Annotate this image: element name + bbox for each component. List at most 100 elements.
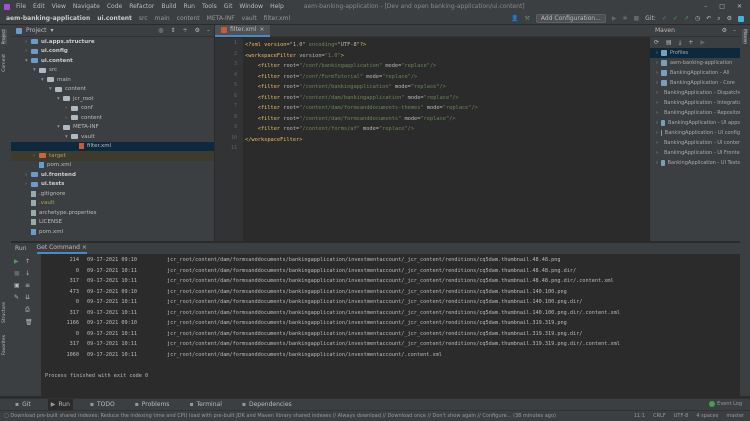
side-tab-project[interactable]: Project [2, 29, 7, 45]
build-hammer-icon[interactable]: ⚒ [525, 15, 530, 22]
run-tab-get-command[interactable]: Get Command × [36, 243, 87, 254]
pin-icon[interactable]: ✎ [14, 294, 25, 301]
line-separator[interactable]: CRLF [653, 413, 666, 419]
breadcrumb-item[interactable]: aem-banking-application [6, 15, 90, 22]
rerun-icon[interactable]: ▶ [14, 258, 25, 265]
collapse-all-icon[interactable]: ÷ [183, 27, 188, 34]
down-icon[interactable]: ↓ [25, 270, 36, 277]
camera-icon[interactable]: ▣ [14, 282, 25, 289]
tool-window-dependencies[interactable]: ▪ Dependencies [239, 399, 295, 411]
tree-item[interactable]: .vault [11, 199, 214, 209]
expand-arrow-icon[interactable]: › [656, 140, 658, 146]
settings-icon[interactable]: ⚙ [727, 15, 732, 22]
reload-icon[interactable]: ⟳ [654, 39, 659, 46]
cursor-position[interactable]: 11:1 [634, 413, 645, 419]
maven-item[interactable]: › Profiles [650, 48, 740, 58]
menu-navigate[interactable]: Navigate [73, 3, 100, 10]
history-icon[interactable]: ◷ [695, 15, 700, 22]
menu-code[interactable]: Code [107, 3, 122, 10]
up-icon[interactable]: ↑ [25, 258, 36, 265]
tree-item[interactable]: ▾ jcr_root [11, 94, 214, 104]
print-icon[interactable]: ⎙ [25, 306, 36, 314]
scroll-end-icon[interactable]: ⇊ [25, 294, 36, 301]
menu-view[interactable]: View [52, 3, 66, 10]
gear-icon[interactable]: ⚙ [195, 27, 200, 34]
debug-icon[interactable]: ✱ [622, 15, 627, 22]
menu-build[interactable]: Build [161, 3, 176, 10]
hide-icon[interactable]: – [207, 27, 210, 34]
tree-item[interactable]: › target [11, 151, 214, 161]
menu-help[interactable]: Help [270, 3, 284, 10]
menu-edit[interactable]: Edit [33, 3, 45, 10]
tree-item[interactable]: ▾ src [11, 66, 214, 76]
expand-arrow-icon[interactable]: › [656, 110, 658, 116]
menu-file[interactable]: File [16, 3, 26, 10]
expand-arrow-icon[interactable]: › [656, 100, 658, 106]
run-icon[interactable]: ▶ [612, 15, 617, 22]
git-push-icon[interactable]: ↗ [684, 15, 689, 22]
menu-tools[interactable]: Tools [202, 3, 217, 10]
menu-window[interactable]: Window [239, 3, 263, 10]
tree-item[interactable]: › ui.apps.structure [11, 37, 214, 47]
side-tab-commit[interactable]: Commit [2, 54, 7, 72]
git-commit-icon[interactable]: ✓ [673, 15, 678, 22]
trash-icon[interactable]: 🗑 [25, 319, 36, 326]
tree-item[interactable]: › ui.config [11, 47, 214, 57]
maven-item[interactable]: › BankingApplication - Integration Tests [650, 98, 740, 108]
tool-window-git[interactable]: ▪ Git [12, 399, 34, 411]
expand-arrow-icon[interactable]: › [656, 50, 658, 56]
side-tab-structure[interactable]: Structure [2, 302, 7, 323]
maximize-icon[interactable]: □ [719, 3, 725, 10]
tree-item[interactable]: › ui.tests [11, 180, 214, 190]
tree-item[interactable]: LICENSE [11, 218, 214, 228]
download-icon[interactable]: ⤓ [679, 39, 682, 47]
add-configuration-button[interactable]: Add Configuration... [535, 14, 606, 23]
git-branch[interactable]: master [726, 413, 744, 419]
console-output[interactable]: 214 09-17-2021 09:10 jcr_root/content/dam/… [45, 255, 620, 381]
expand-arrow-icon[interactable]: › [656, 80, 658, 86]
locate-icon[interactable]: ◎ [158, 27, 163, 34]
wrap-icon[interactable]: ≡ [25, 282, 36, 289]
maven-item[interactable]: › BankingApplication - Core [650, 78, 740, 88]
close-tab-icon[interactable]: × [259, 26, 264, 33]
hide-icon[interactable]: – [733, 27, 736, 34]
tree-item[interactable]: ▾ content [11, 85, 214, 95]
tree-item[interactable]: .gitignore [11, 189, 214, 199]
maven-item[interactable]: › BankingApplication - UI apps [650, 118, 740, 128]
tree-item[interactable]: ▾ vault [11, 132, 214, 142]
plugin-icon[interactable] [738, 15, 744, 22]
project-title[interactable]: Project [26, 27, 47, 34]
tree-item[interactable]: pom.xml [11, 227, 214, 237]
gear-icon[interactable]: ⚙ [722, 27, 727, 34]
side-tab-maven[interactable]: Maven [742, 29, 747, 44]
event-log-button[interactable]: Event Log [709, 401, 742, 407]
tree-item[interactable]: filter.xml [11, 141, 214, 151]
add-project-icon[interactable]: ▤ [666, 39, 672, 46]
menu-run[interactable]: Run [183, 3, 195, 10]
maven-item[interactable]: › aem-banking-application [650, 58, 740, 68]
expand-arrow-icon[interactable]: › [656, 90, 658, 96]
expand-arrow-icon[interactable]: › [656, 150, 658, 156]
breadcrumb-item[interactable]: vault [242, 15, 257, 22]
maven-item[interactable]: › BankingApplication - Repository Structu… [650, 108, 740, 118]
breadcrumb-item[interactable]: META-INF [207, 15, 235, 22]
user-icon[interactable]: 👤 [511, 15, 518, 22]
expand-arrow-icon[interactable]: › [656, 120, 658, 126]
menu-git[interactable]: Git [224, 3, 233, 10]
run-maven-icon[interactable]: ▶ [700, 39, 705, 46]
tab-filter-xml[interactable]: filter.xml × [215, 24, 271, 37]
tree-item[interactable]: pom.xml [11, 161, 214, 171]
breadcrumb-item[interactable]: ui.content [97, 15, 132, 22]
maven-item[interactable]: › BankingApplication - UI Tests [650, 158, 740, 168]
rollback-icon[interactable]: ↶ [706, 15, 711, 22]
maven-item[interactable]: › BankingApplication - UI content [650, 138, 740, 148]
side-tab-favorites[interactable]: Favorites [2, 335, 7, 355]
stop-icon[interactable]: ■ [14, 270, 25, 277]
menu-refactor[interactable]: Refactor [129, 3, 154, 10]
tool-window-todo[interactable]: ▪ TODO [87, 399, 118, 411]
tree-item[interactable]: ▾ ui.content [11, 56, 214, 66]
tree-item[interactable]: archetype.properties [11, 208, 214, 218]
breadcrumb-item[interactable]: content [177, 15, 200, 22]
plus-icon[interactable]: + [688, 39, 693, 46]
tool-window-terminal[interactable]: ▪ Terminal [186, 399, 224, 411]
